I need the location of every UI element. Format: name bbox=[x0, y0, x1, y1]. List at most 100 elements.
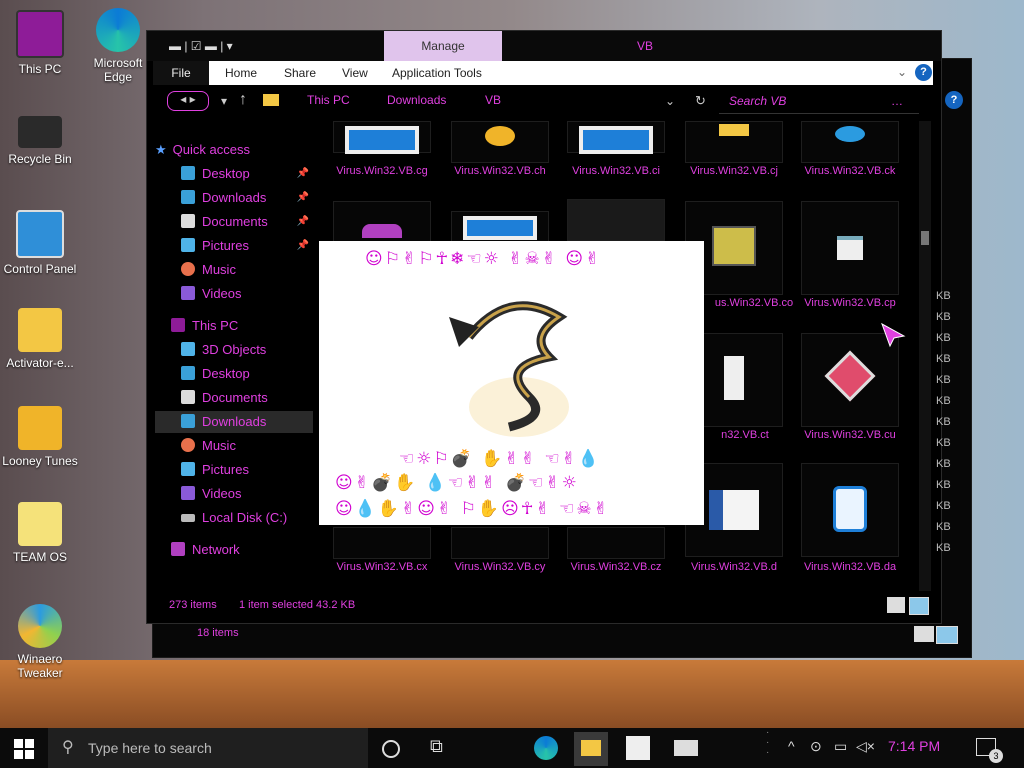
file-tile[interactable] bbox=[801, 121, 899, 163]
breadcrumb-downloads[interactable]: Downloads bbox=[387, 93, 446, 107]
file-tile[interactable] bbox=[451, 211, 549, 243]
mail-icon[interactable] bbox=[674, 740, 698, 756]
music-icon bbox=[181, 262, 195, 276]
file-tile[interactable] bbox=[567, 121, 665, 154]
file-label[interactable]: Virus.Win32.VB.cu bbox=[791, 429, 909, 442]
details-view-icon[interactable] bbox=[914, 626, 934, 642]
cortana-icon[interactable] bbox=[382, 740, 400, 758]
nav-quick-downloads[interactable]: Downloads 📌 bbox=[155, 187, 313, 209]
nav-network[interactable]: Network bbox=[155, 539, 313, 561]
window-icon bbox=[579, 126, 653, 154]
address-dropdown-icon[interactable]: ⌄ bbox=[665, 94, 675, 108]
nav-quick-music[interactable]: Music bbox=[155, 259, 313, 281]
file-tile[interactable] bbox=[567, 199, 665, 241]
help-icon[interactable]: ? bbox=[945, 91, 963, 109]
desktop-icon-team-os[interactable]: TEAM OS bbox=[0, 502, 80, 564]
wallpaper-floor bbox=[0, 660, 1024, 728]
nav-quick-pictures[interactable]: Pictures 📌 bbox=[155, 235, 313, 257]
file-tile[interactable] bbox=[333, 121, 431, 154]
tab-application-tools[interactable]: Application Tools bbox=[392, 61, 482, 85]
file-label[interactable]: Virus.Win32.VB.ci bbox=[557, 165, 675, 178]
taskbar-divider-dots: · · · bbox=[766, 727, 770, 758]
desktop-icon-recycle-bin[interactable]: Recycle Bin bbox=[0, 110, 80, 166]
file-tile[interactable] bbox=[333, 527, 431, 559]
task-view-icon[interactable]: ⧉ bbox=[430, 736, 454, 760]
file-label[interactable]: n32.VB.ct bbox=[705, 429, 785, 442]
ribbon-expand-icon[interactable]: ⌄ bbox=[897, 65, 907, 79]
file-label[interactable]: Virus.Win32.VB.cg bbox=[323, 165, 441, 178]
videos-icon bbox=[181, 286, 195, 300]
desktop-icon-control-panel[interactable]: Control Panel bbox=[0, 210, 80, 276]
nav-local-disk[interactable]: Local Disk (C:) bbox=[155, 507, 313, 529]
file-label[interactable]: Virus.Win32.VB.cp bbox=[791, 297, 909, 310]
nav-desktop[interactable]: Desktop bbox=[155, 363, 313, 385]
nav-3d-objects[interactable]: 3D Objects bbox=[155, 339, 313, 361]
desktop-icon-this-pc[interactable]: This PC bbox=[0, 10, 80, 76]
large-icons-view-icon[interactable] bbox=[936, 626, 958, 644]
address-bar[interactable]: ◂ ▸ ▾ ↑ This PC Downloads VB ⌄ ↻ bbox=[159, 89, 725, 113]
chevron-up-icon[interactable]: ^ bbox=[788, 738, 795, 754]
file-tile[interactable] bbox=[801, 463, 899, 557]
file-label[interactable]: Virus.Win32.VB.cy bbox=[441, 561, 559, 574]
desktop-icon-winaero[interactable]: Winaero Tweaker bbox=[0, 604, 80, 680]
details-view-icon[interactable] bbox=[887, 597, 905, 613]
tab-view[interactable]: View bbox=[342, 61, 368, 85]
nav-music[interactable]: Music bbox=[155, 435, 313, 457]
search-icon[interactable]: … bbox=[891, 94, 903, 108]
nav-videos[interactable]: Videos bbox=[155, 483, 313, 505]
store-icon[interactable] bbox=[626, 736, 650, 760]
volume-muted-icon[interactable]: ◁× bbox=[856, 738, 875, 755]
recent-locations-icon[interactable]: ▾ bbox=[221, 94, 227, 108]
refresh-icon[interactable]: ↻ bbox=[695, 93, 706, 109]
file-tile[interactable] bbox=[451, 121, 549, 163]
file-label[interactable]: Virus.Win32.VB.cz bbox=[557, 561, 675, 574]
file-tile[interactable] bbox=[685, 121, 783, 163]
tab-home[interactable]: Home bbox=[225, 61, 257, 85]
taskbar: ⚲ Type here to search ⧉ · · · ^ ⊙ ▭ ◁× 7:1… bbox=[0, 728, 1024, 768]
breadcrumb-vb[interactable]: VB bbox=[485, 93, 501, 107]
taskbar-search-input[interactable]: ⚲ Type here to search bbox=[48, 728, 368, 768]
edge-icon[interactable] bbox=[534, 736, 558, 760]
search-input[interactable]: Search VB … bbox=[719, 89, 919, 114]
file-label[interactable]: Virus.Win32.VB.cj bbox=[675, 165, 793, 178]
file-label[interactable]: Virus.Win32.VB.ck bbox=[791, 165, 909, 178]
videos-icon bbox=[181, 486, 195, 500]
nav-quick-desktop[interactable]: Desktop 📌 bbox=[155, 163, 313, 185]
file-explorer-taskbar-button[interactable] bbox=[574, 732, 608, 766]
up-arrow-icon[interactable]: ↑ bbox=[239, 91, 247, 109]
tab-share[interactable]: Share bbox=[284, 61, 316, 85]
tab-file[interactable]: File bbox=[153, 61, 209, 85]
quick-access-toolbar[interactable]: ▬ | ☑ ▬ | ▾ bbox=[169, 39, 233, 53]
nav-downloads[interactable]: Downloads bbox=[155, 411, 313, 433]
desktop-icon-activator[interactable]: Activator-e... bbox=[0, 308, 80, 370]
notification-center-icon[interactable]: 3 bbox=[976, 738, 1003, 763]
scrollbar-thumb[interactable] bbox=[921, 231, 929, 245]
file-label[interactable]: Virus.Win32.VB.da bbox=[791, 561, 909, 574]
file-tile[interactable] bbox=[333, 201, 431, 243]
windows-start-icon[interactable] bbox=[14, 739, 34, 759]
file-tile[interactable] bbox=[801, 201, 899, 295]
file-tile[interactable] bbox=[567, 527, 665, 559]
file-label[interactable]: Virus.Win32.VB.cx bbox=[323, 561, 441, 574]
nav-this-pc[interactable]: This PC bbox=[155, 315, 313, 337]
file-label[interactable]: Virus.Win32.VB.d bbox=[675, 561, 793, 574]
title-bar[interactable]: ▬ | ☑ ▬ | ▾ Manage VB bbox=[147, 31, 941, 61]
tab-manage[interactable]: Manage bbox=[384, 31, 502, 61]
help-icon[interactable]: ? bbox=[915, 64, 932, 81]
network-icon[interactable]: ▭ bbox=[834, 738, 847, 755]
vertical-scrollbar[interactable] bbox=[919, 121, 931, 591]
nav-quick-documents[interactable]: Documents 📌 bbox=[155, 211, 313, 233]
file-tile[interactable] bbox=[451, 527, 549, 559]
taskbar-clock[interactable]: 7:14 PM bbox=[888, 738, 940, 754]
large-icons-view-icon[interactable] bbox=[909, 597, 929, 615]
breadcrumb-this-pc[interactable]: This PC bbox=[307, 93, 350, 107]
desktop-icon bbox=[181, 366, 195, 380]
camera-icon[interactable]: ⊙ bbox=[810, 738, 822, 755]
nav-pictures[interactable]: Pictures bbox=[155, 459, 313, 481]
nav-quick-access[interactable]: ★ Quick access bbox=[155, 139, 313, 161]
nav-documents[interactable]: Documents bbox=[155, 387, 313, 409]
file-label[interactable]: Virus.Win32.VB.ch bbox=[441, 165, 559, 178]
nav-quick-videos[interactable]: Videos bbox=[155, 283, 313, 305]
back-forward-icon[interactable]: ◂ ▸ bbox=[167, 91, 209, 111]
desktop-icon-looney-tunes[interactable]: Looney Tunes bbox=[0, 406, 80, 468]
